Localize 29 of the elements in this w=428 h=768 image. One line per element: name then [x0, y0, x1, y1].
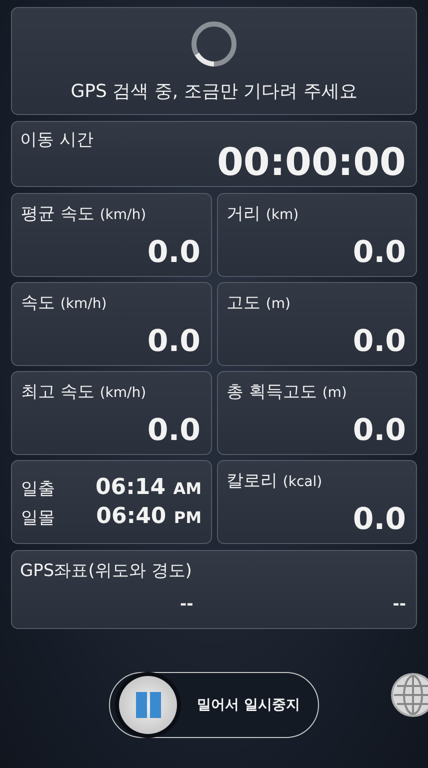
loading-spinner-icon	[189, 19, 239, 69]
stat-label: 평균 속도 (km/h)	[21, 203, 148, 225]
pause-knob-icon[interactable]	[119, 676, 177, 734]
stat-value: 0.0	[352, 235, 406, 270]
longitude-value: --	[392, 594, 406, 613]
stat-label: 칼로리 (kcal)	[226, 470, 324, 492]
sun-label: 일출	[21, 478, 55, 500]
globe-icon[interactable]	[390, 672, 428, 718]
stat-label: 총 획득고도 (m)	[226, 381, 348, 403]
swipe-pause-button[interactable]: 밀어서 일시중지	[109, 672, 319, 738]
sun-time: 06:40 PM	[96, 504, 202, 529]
latitude-value: --	[180, 594, 194, 613]
stat-label: 거리 (km)	[226, 203, 300, 225]
moving-time-label: 이동 시간	[20, 129, 94, 152]
stat-value: 0.0	[352, 324, 406, 359]
stat-label: 고도 (m)	[226, 292, 292, 314]
status-message: GPS 검색 중, 조금만 기다려 주세요	[70, 80, 358, 103]
slider-label: 밀어서 일시중지	[197, 696, 300, 714]
coordinates-label: GPS좌표(위도와 경도)	[20, 560, 193, 582]
sun-time: 06:14 AM	[96, 475, 202, 500]
stat-value: 0.0	[352, 502, 406, 537]
stat-value: 0.0	[352, 413, 406, 448]
stat-label: 최고 속도 (km/h)	[21, 381, 148, 403]
moving-time-value: 00:00:00	[216, 140, 406, 186]
stat-value: 0.0	[147, 413, 200, 448]
stat-value: 0.0	[147, 235, 200, 270]
stat-label: 속도 (km/h)	[21, 292, 108, 314]
stat-value: 0.0	[147, 324, 200, 359]
sun-label: 일몰	[21, 507, 55, 529]
